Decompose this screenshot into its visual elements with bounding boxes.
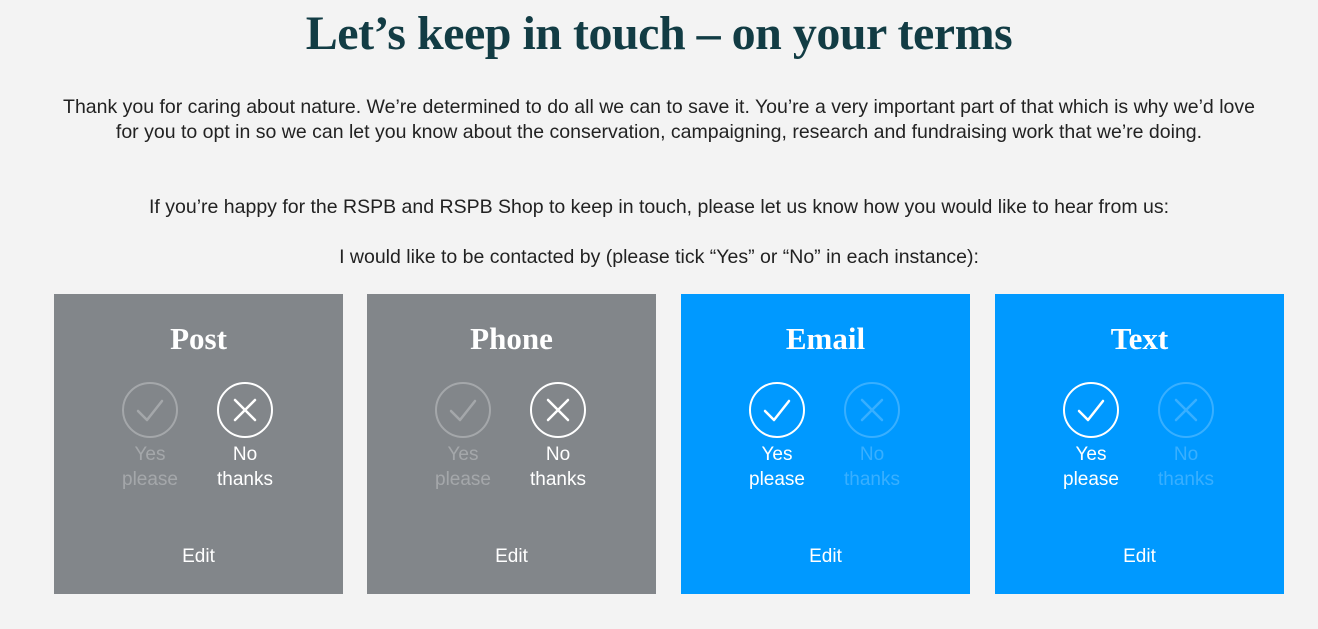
email-no-option[interactable]: No thanks: [824, 382, 920, 492]
card-title: Email: [785, 321, 866, 356]
check-icon: [749, 382, 805, 438]
page-title: Let’s keep in touch – on your terms: [305, 7, 1013, 60]
yes-label: Yes please: [1063, 444, 1119, 490]
card-title: Text: [1110, 321, 1169, 356]
card-title: Phone: [470, 321, 553, 356]
cross-icon: [844, 382, 900, 438]
contact-card-phone: Phone Yes please No thanks Edit: [367, 294, 656, 594]
email-yes-option[interactable]: Yes please: [729, 382, 825, 492]
yes-label: Yes please: [435, 444, 491, 490]
phone-no-option[interactable]: No thanks: [510, 382, 606, 492]
edit-link[interactable]: Edit: [367, 544, 656, 570]
post-no-option[interactable]: No thanks: [197, 382, 293, 492]
edit-link[interactable]: Edit: [681, 544, 970, 570]
no-label: No thanks: [217, 444, 273, 490]
text-yes-option[interactable]: Yes please: [1043, 382, 1139, 492]
contact-instruction: I would like to be contacted by (please …: [339, 246, 979, 268]
check-icon: [1063, 382, 1119, 438]
yes-label: Yes please: [749, 444, 805, 490]
intro-instruction: If you’re happy for the RSPB and RSPB Sh…: [149, 196, 1169, 218]
edit-link[interactable]: Edit: [54, 544, 343, 570]
intro-paragraph: Thank you for caring about nature. We’re…: [63, 96, 1255, 143]
cross-icon: [530, 382, 586, 438]
cross-icon: [1158, 382, 1214, 438]
no-label: No thanks: [530, 444, 586, 490]
edit-link[interactable]: Edit: [995, 544, 1284, 570]
contact-card-post: Post Yes please No thanks Edit: [54, 294, 343, 594]
yes-label: Yes please: [122, 444, 178, 490]
no-label: No thanks: [844, 444, 900, 490]
text-no-option[interactable]: No thanks: [1138, 382, 1234, 492]
no-label: No thanks: [1158, 444, 1214, 490]
post-yes-option[interactable]: Yes please: [102, 382, 198, 492]
check-icon: [435, 382, 491, 438]
cross-icon: [217, 382, 273, 438]
contact-card-email: Email Yes please No thanks Edit: [681, 294, 970, 594]
phone-yes-option[interactable]: Yes please: [415, 382, 511, 492]
check-icon: [122, 382, 178, 438]
card-title: Post: [170, 321, 227, 356]
contact-card-text: Text Yes please No thanks Edit: [995, 294, 1284, 594]
